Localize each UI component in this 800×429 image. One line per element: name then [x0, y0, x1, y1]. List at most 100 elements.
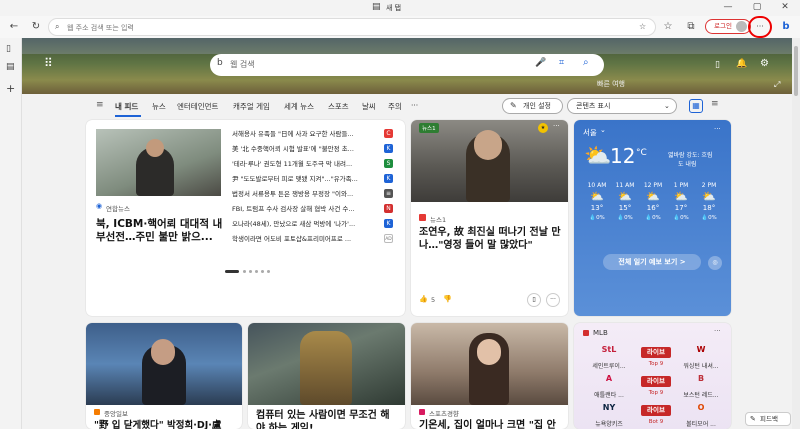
list-view-icon[interactable]: ≡: [711, 99, 719, 109]
bing-chat-icon[interactable]: b: [778, 19, 794, 35]
news-card-actor[interactable]: 뉴스1 ★ ··· 뉴스1 조연우, 故 최진실 떠나기 전날 만나…"영정 들…: [411, 120, 568, 316]
home-team-name: 뉴욕양키즈: [595, 421, 623, 428]
hour-label: 12 PM: [643, 182, 663, 189]
news-list-item[interactable]: 尹 "도도발로부터 피로 맺됐 지켜"..."유가족...: [232, 173, 394, 183]
like-count: 5: [431, 296, 436, 304]
carousel-dot-active: [225, 270, 239, 273]
mlb-game-row[interactable]: NY 뉴욕양키즈 라이브 Bot 9 O 볼티모어 ...: [584, 403, 724, 429]
carousel-dots[interactable]: [225, 270, 273, 273]
news-list-item[interactable]: 서해용사 유족들 "日에 사과 요구한 사람들...: [232, 128, 394, 138]
mlb-scores-card[interactable]: MLB ··· StL 세인트루이... 라이브 Top 9 W 워싱턴 내셔... A 애틀…: [574, 323, 731, 429]
expand-icon[interactable]: ⤢: [774, 80, 780, 90]
away-team-name: 보스턴 레드...: [683, 392, 719, 399]
ad-card-game[interactable]: 컴퓨터 있는 사람이면 무조건 해야 하는 게임!: [248, 323, 405, 429]
news-card-celebrity[interactable]: 스포츠경향 기온세, 집이 얼마나 크면 "집 안에 벚꽃나무 펴": [411, 323, 568, 429]
card2-headline[interactable]: 조연우, 故 최진실 떠나기 전날 만나…"영정 들어 말 많았다": [419, 226, 561, 252]
bookmark-icon[interactable]: ▯: [527, 293, 541, 307]
tab-entertainment[interactable]: 엔터테인먼트: [177, 101, 218, 112]
page-scrollbar[interactable]: [792, 38, 800, 429]
maximize-button[interactable]: ▢: [751, 2, 763, 12]
weather-map-icon[interactable]: ◎: [708, 256, 722, 270]
card-more-icon[interactable]: ···: [553, 122, 560, 130]
tab-actions-icon[interactable]: ▯: [6, 44, 11, 54]
visual-search-icon[interactable]: ⌗: [559, 58, 564, 68]
game-image: [248, 323, 405, 405]
news-list-item[interactable]: '테라·루나' 권도형 11개월 도주극 막 내려...: [232, 158, 394, 168]
card-more-button[interactable]: ···: [546, 293, 560, 307]
news-list-item[interactable]: 오나라(48세), 만났으로 새삼 먹방에 '나가'...: [232, 218, 394, 228]
bing-icon: b: [217, 58, 223, 68]
tab-caution[interactable]: 주의: [388, 101, 402, 112]
top-story-headline[interactable]: 북, ICBM·핵어뢰 대대적 내부선전…주민 불만 밝으...: [96, 218, 224, 244]
add-favorite-icon[interactable]: ☆: [639, 22, 646, 31]
publisher-icon: AD: [384, 234, 393, 243]
carousel-dot: [249, 270, 252, 273]
card5-headline[interactable]: 컴퓨터 있는 사람이면 무조건 해야 하는 게임!: [256, 409, 398, 429]
mlb-more-icon[interactable]: ···: [714, 327, 721, 335]
hour-rain: 💧0%: [611, 215, 639, 221]
current-temperature: 12: [610, 144, 636, 168]
news-list-item[interactable]: FBI, 트럼프 수사 검사장 살해 협박 사건 수...: [232, 203, 394, 213]
face-shape: [146, 139, 164, 157]
tab-weather[interactable]: 날씨: [362, 101, 376, 112]
collections-icon[interactable]: ⧉: [683, 19, 699, 35]
weather-card[interactable]: 서울 ⌄ ··· ⛅ 12 °C 엷바람 강도: 흐림 도 내림 10 AM ⛅ 1…: [574, 120, 731, 316]
full-forecast-button[interactable]: 전체 일기 예보 보기 >: [603, 254, 701, 270]
card4-headline[interactable]: "野 입 닫게했다" 박정희·DJ·盧·MB…前대통령 꺼내는 尹속내: [94, 419, 236, 429]
apps-grid-icon[interactable]: ⠿: [44, 56, 54, 70]
mlb-game-row[interactable]: A 애틀랜타 ... 라이브 Top 9 B 보스턴 레드...: [584, 374, 724, 404]
grid-view-icon[interactable]: ▦: [689, 99, 703, 113]
settings-gear-icon[interactable]: ⚙: [760, 58, 769, 69]
carousel-dot: [267, 270, 270, 273]
feedback-button[interactable]: ✎ 피드백: [745, 412, 791, 426]
refresh-icon[interactable]: ↻: [28, 19, 44, 35]
location-chevron-icon[interactable]: ⌄: [600, 126, 606, 134]
top-story-image[interactable]: [96, 129, 221, 196]
card6-headline[interactable]: 기온세, 집이 얼마나 크면 "집 안에 벚꽃나무 펴": [419, 419, 561, 429]
news-list-item[interactable]: 법정서 서류용투 튼은 쟁방용 부정장 "이와...: [232, 188, 394, 198]
like-icon[interactable]: 👍: [419, 295, 428, 303]
login-button[interactable]: 로그인: [705, 19, 751, 34]
search-submit-icon[interactable]: ⌕: [583, 57, 589, 68]
nav-more-button[interactable]: ···: [411, 101, 418, 110]
favorites-icon[interactable]: ☆: [660, 19, 676, 35]
menu-icon[interactable]: ≡: [96, 100, 104, 110]
news-card-politics[interactable]: 중앙일보 "野 입 닫게했다" 박정희·DJ·盧·MB…前대통령 꺼내는 尹속내: [86, 323, 242, 429]
background-caption[interactable]: 빠른 여행: [597, 79, 625, 89]
weather-location[interactable]: 서울: [583, 127, 597, 138]
close-button[interactable]: ✕: [779, 2, 791, 12]
content-visibility-select[interactable]: 콘텐츠 표시 ⌄: [567, 98, 677, 114]
mlb-title[interactable]: MLB: [593, 329, 608, 337]
weather-desc: 엷바람 강도: 흐림: [668, 152, 713, 159]
publisher-icon: C: [384, 129, 393, 138]
personalize-icon: ✎: [510, 101, 517, 110]
weather-more-icon[interactable]: ···: [714, 125, 721, 133]
chevron-down-icon: ⌄: [664, 102, 670, 110]
tab-news[interactable]: 뉴스: [152, 101, 166, 112]
workspace-icon[interactable]: ▤: [6, 62, 15, 72]
new-tab-icon[interactable]: +: [6, 82, 15, 95]
hour-rain: 💧0%: [583, 215, 611, 221]
personalize-button[interactable]: ✎ 개인 설정: [502, 98, 563, 114]
mlb-game-row[interactable]: StL 세인트루이... 라이브 Top 9 W 워싱턴 내셔...: [584, 345, 724, 375]
tab-casual-games[interactable]: 캐주얼 게임: [233, 101, 270, 112]
notification-bell-icon[interactable]: 🔔: [736, 59, 747, 69]
minimize-button[interactable]: —: [722, 2, 734, 12]
tab-my-feed[interactable]: 내 피드: [115, 101, 138, 112]
web-search-box[interactable]: b 웹 검색 🎤 ⌗ ⌕: [210, 54, 604, 76]
dislike-icon[interactable]: 👎: [443, 295, 452, 303]
scrollbar-thumb[interactable]: [794, 46, 798, 96]
tab-world-news[interactable]: 세계 뉴스: [284, 101, 314, 112]
away-team-name: 워싱턴 내셔...: [683, 363, 719, 370]
hour-temp: 15°: [618, 204, 632, 212]
tab-sports[interactable]: 스포츠: [328, 101, 349, 112]
news-list-item[interactable]: 학생이라면 어도비 포토샵&프리미어프로 ...: [232, 233, 394, 243]
mobile-icon[interactable]: ▯: [715, 60, 720, 70]
news-list-item[interactable]: 美 '北 수중핵어뢰 시험 발표'에 "불안정 초...: [232, 143, 394, 153]
partly-cloudy-icon: ⛅: [590, 190, 604, 203]
back-icon[interactable]: ←: [6, 19, 22, 35]
vertical-sidebar: ▯ ▤ +: [0, 38, 22, 429]
address-bar[interactable]: ⌕ 웹 주소 검색 또는 입력 ☆: [48, 18, 656, 36]
microphone-icon[interactable]: 🎤: [535, 58, 546, 68]
badge-circle-icon: ★: [538, 123, 548, 133]
